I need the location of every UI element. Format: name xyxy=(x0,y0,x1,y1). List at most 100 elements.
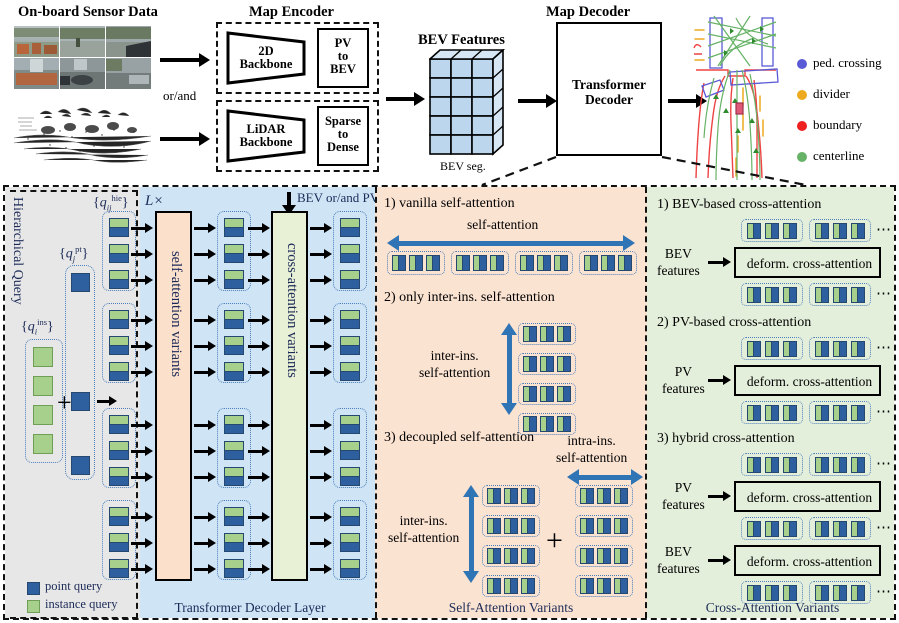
ca3-token xyxy=(833,457,847,473)
mid-query-token xyxy=(224,467,244,486)
boundary-color-dot xyxy=(797,121,807,132)
decoder-panel-title: Transformer Decoder Layer xyxy=(174,600,326,615)
sa3l-token xyxy=(521,488,535,504)
lidar-backbone-label: LiDAR Backbone xyxy=(239,122,293,149)
ca3-bev-deform-box[interactable]: deform. cross-attention xyxy=(734,545,881,576)
sa-variant-2-title: 2) only inter-ins. self-attention xyxy=(384,290,555,306)
ca1-token xyxy=(783,223,797,239)
sa3l-token xyxy=(487,488,501,504)
instance-query-swatch xyxy=(27,600,40,613)
ca3-token xyxy=(783,585,797,601)
sa3l-token xyxy=(487,518,501,534)
hie-query-token xyxy=(109,507,129,526)
sa3r-token xyxy=(614,488,628,504)
hie-query-token xyxy=(109,415,129,434)
mid-query-token xyxy=(224,310,244,329)
legend-item-ped-crossing: ped. crossing xyxy=(797,55,882,71)
ca-variant-2-num: 2) xyxy=(657,315,669,330)
sa-inter-ins-label-2: inter-ins. self-attention xyxy=(388,513,460,545)
sa2-token xyxy=(523,326,537,342)
ca-variant-1-title: 1) BEV-based cross-attention xyxy=(657,197,821,213)
sa3r-token xyxy=(614,518,628,534)
sa2-token xyxy=(540,326,554,342)
ca2-deform-box[interactable]: deform. cross-attention xyxy=(734,365,881,396)
self-attention-variants-block[interactable]: self-attention variants xyxy=(155,211,192,581)
ca2-token xyxy=(833,405,847,421)
ca3-token xyxy=(747,457,761,473)
instance-query-token xyxy=(33,376,53,396)
legend-item-boundary: boundary xyxy=(797,117,862,133)
ca3-token xyxy=(783,457,797,473)
sa3l-token xyxy=(487,548,501,564)
sa2-token xyxy=(557,386,571,402)
ca3-token xyxy=(815,457,829,473)
out-query-token xyxy=(340,362,360,381)
ca-variant-1-name: BEV-based cross-attention xyxy=(672,197,822,212)
decoder-expansion-connectors xyxy=(480,155,810,187)
ca3-token xyxy=(833,521,847,537)
sa-variant-2-name: only inter-ins. self-attention xyxy=(399,290,555,305)
ca2-token xyxy=(783,341,797,357)
point-query-token xyxy=(71,456,90,475)
hie-query-token xyxy=(109,336,129,355)
sa3r-token xyxy=(597,488,611,504)
ca3-token xyxy=(833,585,847,601)
ca2-token xyxy=(765,341,779,357)
ca1-deform-box[interactable]: deform. cross-attention xyxy=(734,247,881,278)
sa-token xyxy=(426,255,440,271)
ca1-top-ellipsis: ⋯ xyxy=(876,222,892,238)
legend-label: boundary xyxy=(813,117,863,132)
point-query-token xyxy=(71,392,90,411)
sa-token xyxy=(584,255,598,271)
ca3-token xyxy=(851,585,865,601)
self-attention-variants-label: self-attention variants xyxy=(168,251,184,378)
ca-variant-3-num: 3) xyxy=(657,431,669,446)
ca2-token xyxy=(815,341,829,357)
sa3r-token xyxy=(614,578,628,594)
out-query-token xyxy=(340,270,360,289)
point-query-group xyxy=(65,265,95,480)
sa-token xyxy=(618,255,632,271)
sa-token xyxy=(409,255,423,271)
out-query-token xyxy=(340,336,360,355)
ca1-token xyxy=(815,223,829,239)
ca2-token xyxy=(765,405,779,421)
ca2-token xyxy=(815,405,829,421)
ca2-token xyxy=(833,341,847,357)
mid-query-token xyxy=(224,441,244,460)
cross-attention-variants-block[interactable]: cross-attention variants xyxy=(271,211,308,581)
sa3l-token xyxy=(521,578,535,594)
sa3l-token xyxy=(504,488,518,504)
point-query-token xyxy=(71,273,90,292)
sa3r-token xyxy=(580,488,594,504)
mid-query-token xyxy=(224,533,244,552)
sa2-token xyxy=(540,386,554,402)
mid-query-token xyxy=(224,270,244,289)
hie-query-token xyxy=(109,533,129,552)
point-query-legend-label: point query xyxy=(45,579,103,593)
cross-attention-variants-label: cross-attention variants xyxy=(284,243,300,378)
pv-to-bev-label: PV to BEV xyxy=(330,36,356,76)
ped-crossing-color-dot xyxy=(797,59,807,70)
ca1-token xyxy=(833,223,847,239)
sa3r-token xyxy=(580,518,594,534)
ca1-deform-label: deform. cross-attention xyxy=(746,256,873,271)
ca3-token xyxy=(765,457,779,473)
self-attention-panel-title: Self-Attention Variants xyxy=(448,600,574,615)
sa-decoupled-plus: + xyxy=(546,524,563,557)
instance-query-token xyxy=(33,405,53,425)
ca3-pv-deform-label: deform. cross-attention xyxy=(746,490,873,505)
sensor-data-title: On-board Sensor Data xyxy=(18,4,158,20)
decoder-detail-frame: Hierarchical Query {qiins} + {qjpt} {qij… xyxy=(3,185,896,620)
legend-label: centerline xyxy=(813,148,865,163)
ca3-pv-deform-box[interactable]: deform. cross-attention xyxy=(734,481,881,512)
mid-query-token xyxy=(224,362,244,381)
sa3l-token xyxy=(504,578,518,594)
ca2-source-label: PV features xyxy=(662,364,705,396)
sa2-token xyxy=(540,416,554,432)
legend-label: ped. crossing xyxy=(813,55,882,70)
hie-query-token xyxy=(109,218,129,237)
transformer-decoder-label: Transformer Decoder xyxy=(572,77,646,107)
instance-query-token xyxy=(33,434,53,454)
sa3l-token xyxy=(487,578,501,594)
